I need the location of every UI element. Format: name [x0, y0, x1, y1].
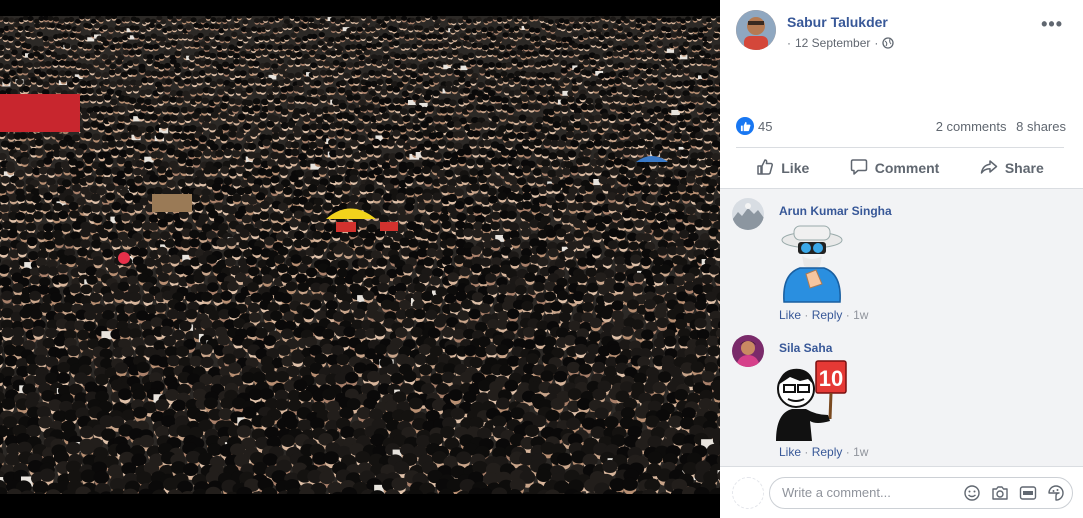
post-meta: · 12 September · — [787, 36, 895, 50]
comment-sep-2: · — [845, 445, 850, 459]
commenter-name[interactable]: Sila Saha — [779, 341, 832, 355]
post-actions: Like Comment Share — [736, 150, 1064, 186]
author-name[interactable]: Sabur Talukder — [787, 14, 888, 30]
comment-reply-link[interactable]: Reply — [812, 308, 843, 322]
post-photo-crowd[interactable] — [0, 16, 720, 494]
author-avatar[interactable] — [736, 10, 776, 50]
comment-actions: Like · Reply · 1w — [779, 445, 868, 459]
commenter-name[interactable]: Arun Kumar Singha — [779, 204, 892, 218]
post-date[interactable]: 12 September — [795, 36, 870, 50]
camera-icon[interactable] — [991, 484, 1009, 502]
engagement-counts: 2 comments 8 shares — [936, 119, 1066, 134]
globe-icon[interactable] — [882, 37, 895, 49]
comment-bubble-icon — [850, 158, 868, 179]
comment-item: Sila Saha 10 Like · Reply · 1w — [732, 335, 1072, 463]
score-ten-sticker: 10 — [772, 359, 852, 443]
thumbs-up-icon — [756, 158, 774, 179]
comment-time[interactable]: 1w — [853, 308, 868, 322]
like-button[interactable]: Like — [756, 158, 809, 179]
reactions-bar: 45 2 comments 8 shares — [736, 116, 1066, 136]
comments-section: Arun Kumar Singha Like · Reply · 1w Sila… — [720, 188, 1083, 466]
post-header: Sabur Talukder · 12 September · ••• — [720, 0, 1083, 60]
comment-item: Arun Kumar Singha Like · Reply · 1w — [732, 198, 1072, 326]
sticker-icon[interactable] — [1047, 484, 1065, 502]
write-comment-bar: Write a comment... — [720, 466, 1083, 518]
comments-count[interactable]: 2 comments — [936, 119, 1007, 134]
crowd-image — [0, 16, 720, 494]
like-count[interactable]: 45 — [758, 119, 772, 134]
like-label: Like — [781, 160, 810, 176]
meta-separator: · — [787, 36, 791, 50]
divider — [736, 147, 1064, 148]
post-sidebar: Sabur Talukder · 12 September · ••• 45 2… — [720, 0, 1083, 518]
share-button[interactable]: Share — [980, 158, 1044, 179]
clapping-old-man-sticker — [772, 222, 852, 306]
sticker-ten-text: 10 — [819, 366, 843, 391]
meta-separator-2: · — [874, 36, 879, 50]
comment-button[interactable]: Comment — [850, 158, 940, 179]
comment-input-icons — [963, 484, 1065, 502]
comment-label: Comment — [874, 160, 940, 176]
shares-count[interactable]: 8 shares — [1016, 119, 1066, 134]
commenter-avatar[interactable] — [732, 335, 764, 367]
comment-time[interactable]: 1w — [853, 445, 868, 459]
photo-viewer — [0, 0, 720, 518]
comment-actions: Like · Reply · 1w — [779, 308, 868, 322]
more-options-icon[interactable]: ••• — [1041, 14, 1063, 35]
current-user-avatar — [732, 477, 764, 509]
comment-like-link[interactable]: Like — [779, 308, 801, 322]
gif-icon[interactable] — [1019, 484, 1037, 502]
comment-sep: · — [804, 445, 809, 459]
share-arrow-icon — [980, 158, 998, 179]
comment-sep: · — [804, 308, 809, 322]
comment-sep-2: · — [845, 308, 850, 322]
emoji-icon[interactable] — [963, 484, 981, 502]
commenter-avatar[interactable] — [732, 198, 764, 230]
share-label: Share — [1004, 160, 1044, 176]
comment-like-link[interactable]: Like — [779, 445, 801, 459]
comment-reply-link[interactable]: Reply — [812, 445, 843, 459]
like-reaction-icon[interactable] — [736, 117, 754, 135]
